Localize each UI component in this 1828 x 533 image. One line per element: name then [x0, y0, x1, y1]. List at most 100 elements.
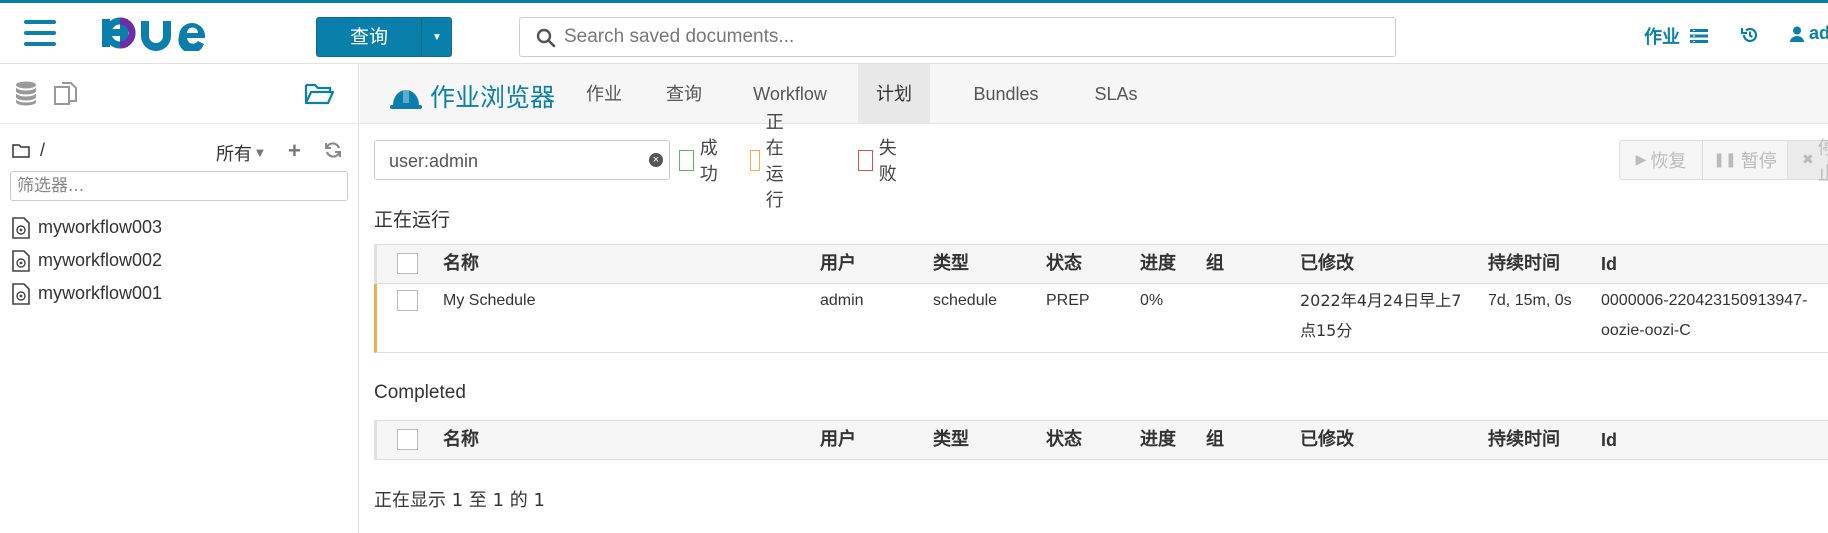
tab-bundles[interactable]: Bundles [950, 64, 1062, 124]
caret-down-icon[interactable]: ▼ [423, 18, 451, 56]
workflow-file-icon [12, 249, 30, 272]
col-name[interactable]: 名称 [443, 245, 479, 283]
select-all-checkbox[interactable] [397, 253, 418, 274]
succeeded-label: 成功 [699, 138, 718, 185]
all-filter-label: 所有 [216, 144, 252, 165]
resume-button[interactable]: ▶ 恢复 [1619, 140, 1703, 180]
resume-label: 恢复 [1650, 151, 1687, 172]
row-checkbox[interactable] [397, 290, 418, 311]
row-modified-line1: 2022年4月24日早上7 [1300, 291, 1462, 310]
running-checkbox[interactable]: 正在运行 [750, 112, 795, 211]
app-title[interactable]: 作业浏览器 [390, 78, 555, 114]
row-user: admin [820, 292, 864, 309]
add-icon[interactable]: + [288, 138, 301, 164]
user-menu[interactable]: admin [1790, 23, 1828, 44]
search-input[interactable] [564, 24, 1364, 50]
all-filter-dropdown[interactable]: 所有 ▼ [216, 140, 264, 166]
tab-slas[interactable]: SLAs [1076, 64, 1156, 124]
row-name: My Schedule [443, 292, 536, 309]
checkbox-box[interactable] [750, 149, 760, 171]
col-modified[interactable]: 已修改 [1300, 421, 1354, 459]
completed-table-header: 名称 用户 类型 状态 进度 组 已修改 持续时间 Id [374, 420, 1828, 460]
file-name: myworkflow001 [38, 283, 163, 303]
kill-button[interactable]: ✖ 停止 [1787, 138, 1828, 185]
documents-icon[interactable] [53, 81, 79, 107]
col-type[interactable]: 类型 [933, 245, 969, 283]
row-status: PREP [1046, 292, 1090, 309]
workflow-file-icon [12, 216, 30, 239]
checkbox-box[interactable] [858, 149, 873, 171]
play-icon: ▶ [1635, 152, 1647, 168]
col-user[interactable]: 用户 [820, 421, 856, 459]
pause-icon: ❚❚ [1713, 152, 1737, 168]
row-modified-line2: 点15分 [1300, 321, 1353, 340]
left-panel: / 所有 ▼ + myworkflow003 myworkflow002 [0, 64, 359, 533]
col-id[interactable]: Id [1601, 245, 1617, 283]
col-duration[interactable]: 持续时间 [1488, 245, 1560, 283]
top-bar: 查询 ▼ 作业 admin [0, 0, 1828, 64]
select-all-checkbox[interactable] [397, 429, 418, 450]
query-button[interactable]: 查询 ▼ [316, 17, 452, 57]
tab-queries[interactable]: 查询 [654, 64, 714, 124]
hue-logo[interactable] [99, 15, 224, 51]
failed-checkbox[interactable]: 失败 [858, 138, 903, 185]
col-name[interactable]: 名称 [443, 421, 479, 459]
row-progress: 0% [1140, 292, 1164, 309]
user-icon [1790, 26, 1804, 42]
app-title-text: 作业浏览器 [430, 83, 556, 112]
sub-navigation: 作业浏览器 作业 查询 Workflow 计划 Bundles SLAs [360, 64, 1828, 124]
left-panel-header [0, 64, 359, 124]
jobs-button[interactable]: 作业 [1644, 23, 1708, 49]
running-section-title: 正在运行 [374, 209, 451, 231]
succeeded-checkbox[interactable]: 成功 [679, 138, 724, 185]
tab-schedules[interactable]: 计划 [858, 64, 930, 124]
query-button-label: 查询 [349, 26, 388, 48]
file-name: myworkflow003 [38, 217, 163, 237]
col-modified[interactable]: 已修改 [1300, 245, 1354, 283]
pagination-info: 正在显示 1 至 1 的 1 [374, 490, 545, 511]
clear-icon[interactable]: × [649, 153, 663, 167]
file-item-myworkflow002[interactable]: myworkflow002 [12, 244, 162, 277]
row-type: schedule [933, 292, 998, 309]
col-progress[interactable]: 进度 [1140, 421, 1176, 459]
running-label: 正在运行 [765, 112, 784, 211]
search-box[interactable] [519, 17, 1396, 57]
jobs-label: 作业 [1644, 27, 1680, 48]
col-duration[interactable]: 持续时间 [1488, 421, 1560, 459]
row-id-line2: oozie-oozi-C [1601, 322, 1691, 339]
file-name: myworkflow002 [38, 250, 163, 270]
hamburger-menu-icon[interactable] [24, 20, 56, 46]
caret-down-icon: ▼ [256, 147, 264, 159]
kill-label: 停止 [1817, 138, 1828, 185]
checkbox-box[interactable] [679, 149, 694, 171]
current-path[interactable]: / [12, 139, 45, 161]
col-status[interactable]: 状态 [1046, 421, 1082, 459]
col-id[interactable]: Id [1601, 421, 1617, 459]
col-user[interactable]: 用户 [820, 245, 856, 283]
row-id-line1: 0000006-220423150913947- [1601, 292, 1808, 309]
file-item-myworkflow001[interactable]: myworkflow001 [12, 277, 162, 310]
path-text: / [40, 139, 46, 160]
tab-jobs[interactable]: 作业 [574, 64, 634, 124]
database-icon[interactable] [14, 81, 38, 107]
filter-input[interactable] [10, 171, 348, 201]
table-row[interactable]: My Schedule admin schedule PREP 0% 2022年… [374, 284, 1828, 353]
folder-icon [12, 143, 30, 158]
col-group[interactable]: 组 [1206, 245, 1224, 283]
row-duration: 7d, 15m, 0s [1488, 292, 1572, 309]
refresh-icon[interactable] [324, 141, 342, 159]
open-folder-icon[interactable] [304, 80, 334, 106]
workflow-file-icon [12, 282, 30, 305]
user-filter-box[interactable]: × [374, 140, 670, 180]
search-icon [536, 28, 556, 48]
col-type[interactable]: 类型 [933, 421, 969, 459]
failed-label: 失败 [878, 138, 897, 185]
history-icon[interactable] [1740, 25, 1760, 45]
completed-section-title: Completed [374, 382, 466, 403]
user-filter-input[interactable] [389, 149, 639, 173]
pause-button[interactable]: ❚❚ 暂停 [1702, 140, 1788, 180]
col-group[interactable]: 组 [1206, 421, 1224, 459]
file-item-myworkflow003[interactable]: myworkflow003 [12, 211, 162, 244]
col-progress[interactable]: 进度 [1140, 245, 1176, 283]
col-status[interactable]: 状态 [1046, 245, 1082, 283]
